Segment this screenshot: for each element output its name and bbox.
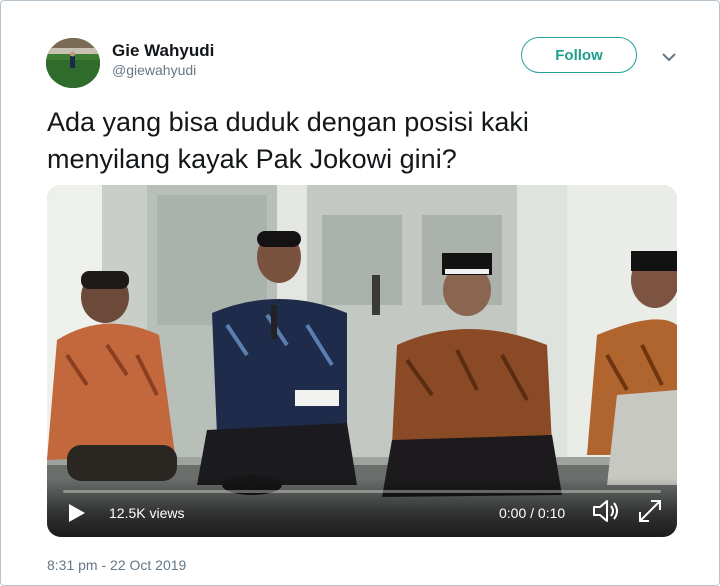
- volume-icon[interactable]: [592, 498, 620, 524]
- tweet-text: Ada yang bisa duduk dengan posisi kaki m…: [47, 107, 529, 174]
- author-handle[interactable]: @giewahyudi: [112, 62, 196, 78]
- video-controls: 12.5K views 0:00 / 0:10: [47, 478, 677, 537]
- avatar[interactable]: [46, 38, 100, 88]
- chevron-down-icon[interactable]: [661, 51, 677, 63]
- tweet-card: Gie Wahyudi @giewahyudi Follow Ada yang …: [0, 0, 720, 586]
- video-player[interactable]: 12.5K views 0:00 / 0:10: [47, 185, 677, 537]
- view-count: 12.5K views: [109, 505, 185, 521]
- fullscreen-icon[interactable]: [637, 498, 663, 524]
- video-progress-bar[interactable]: [63, 490, 661, 493]
- tweet-timestamp[interactable]: 8:31 pm - 22 Oct 2019: [47, 557, 186, 573]
- author-name[interactable]: Gie Wahyudi: [112, 41, 214, 61]
- video-time: 0:00 / 0:10: [499, 505, 566, 521]
- play-icon[interactable]: [65, 502, 87, 524]
- follow-button[interactable]: Follow: [521, 37, 637, 73]
